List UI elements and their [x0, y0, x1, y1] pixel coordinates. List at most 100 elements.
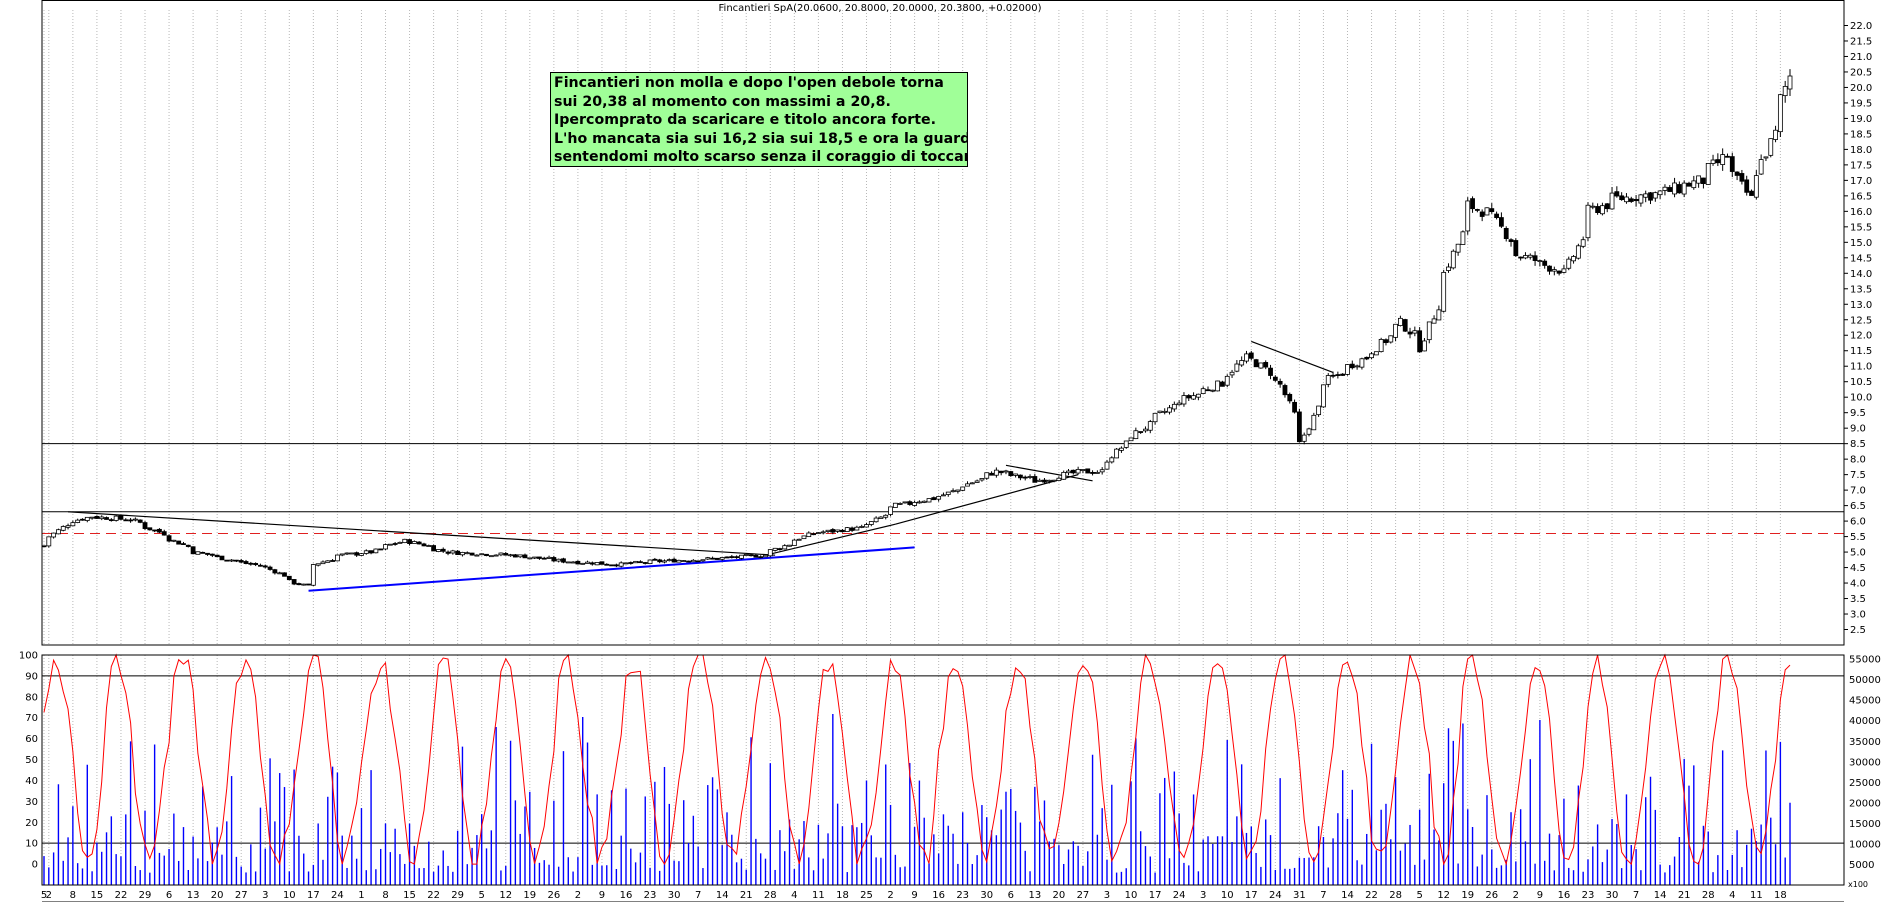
candle-body — [1119, 447, 1124, 451]
candle-body — [176, 540, 182, 545]
date-tick-label: 8 — [382, 890, 388, 901]
candle-body — [1210, 389, 1216, 392]
price-tick-label: 2.5 — [1850, 625, 1866, 636]
candle-body — [1503, 228, 1509, 240]
trendline — [895, 474, 1079, 525]
candle-body — [1147, 421, 1153, 431]
candle-body — [1667, 187, 1673, 192]
price-tick-label: 18.0 — [1850, 145, 1872, 156]
candle-body — [1378, 338, 1384, 353]
price-tick-label: 13.5 — [1850, 284, 1872, 295]
candle-body — [743, 554, 749, 556]
candle-body — [1013, 473, 1019, 476]
candle-body — [200, 551, 206, 554]
date-tick-label: 31 — [1293, 890, 1306, 901]
price-tick-label: 3.0 — [1850, 610, 1866, 621]
candle-body — [1638, 194, 1644, 204]
date-tick-label: 18 — [836, 890, 849, 901]
candle-body — [811, 533, 816, 536]
candle-body — [70, 522, 76, 527]
candle-body — [407, 539, 412, 545]
date-tick-label: 10 — [1221, 890, 1234, 901]
candle-body — [214, 554, 220, 558]
trendlines — [68, 340, 1334, 592]
volume-tick-label: 30000 — [1849, 757, 1881, 768]
candle-body — [286, 575, 292, 581]
candle-body — [585, 561, 590, 564]
candle-body — [41, 545, 47, 548]
candle-body — [118, 515, 124, 520]
candle-body — [1455, 243, 1461, 253]
candle-body — [565, 561, 571, 564]
volume-tick-label: 10000 — [1849, 839, 1881, 850]
candle-body — [763, 554, 768, 558]
candle-body — [815, 532, 821, 535]
candle-body — [734, 556, 740, 559]
price-tick-label: 6.0 — [1850, 517, 1866, 528]
date-tick-label: 24 — [1269, 890, 1282, 901]
candle-body — [657, 559, 663, 563]
candle-body — [1479, 211, 1485, 217]
price-tick-label: 6.5 — [1850, 501, 1866, 512]
date-tick-label: 17 — [1245, 890, 1258, 901]
candle-body — [623, 562, 629, 565]
volume-tick-label: 50000 — [1849, 675, 1881, 686]
date-tick-label: 24 — [331, 890, 344, 901]
candle-body — [1426, 321, 1432, 341]
date-tick-label: 23 — [1582, 890, 1595, 901]
price-tick-label: 4.5 — [1850, 563, 1866, 574]
candle-body — [75, 519, 81, 523]
candle-body — [1167, 407, 1172, 413]
candle-body — [1499, 217, 1504, 227]
volume-tick-label: 55000 — [1849, 655, 1881, 666]
date-tick-label: 16 — [620, 890, 633, 901]
candle-body — [589, 562, 595, 565]
candle-body — [801, 535, 807, 540]
candle-body — [209, 553, 215, 556]
oscillator-line — [43, 653, 1791, 866]
candle-body — [570, 561, 576, 564]
date-tick-label: 20 — [211, 890, 224, 901]
candle-body — [1537, 260, 1543, 263]
candle-body — [1720, 154, 1726, 165]
price-tick-label: 7.5 — [1850, 470, 1866, 481]
candle-body — [546, 556, 552, 559]
candle-body — [445, 551, 451, 554]
candle-body — [1042, 479, 1047, 483]
date-tick-label: 23 — [644, 890, 657, 901]
candle-body — [455, 550, 461, 555]
candle-body — [806, 532, 812, 538]
candle-body — [517, 554, 523, 558]
candle-body — [1782, 86, 1788, 97]
candle-body — [561, 558, 566, 563]
candle-body — [65, 525, 71, 528]
candle-body — [1056, 477, 1062, 481]
candle-body — [1143, 428, 1148, 432]
volume-tick-label: 5000 — [1849, 860, 1874, 871]
candle-body — [705, 557, 711, 560]
price-tick-label: 15.5 — [1850, 222, 1872, 233]
candle-body — [979, 478, 985, 481]
candle-body — [363, 550, 369, 554]
candle-body — [936, 496, 942, 500]
candle-body — [1422, 340, 1427, 352]
candle-body — [1542, 260, 1548, 266]
oscillator-line — [43, 653, 1791, 866]
candle-body — [190, 546, 196, 555]
date-tick-label: 28 — [764, 890, 777, 901]
candle-body — [310, 564, 316, 586]
candle-body — [387, 543, 393, 546]
candle-body — [782, 545, 788, 550]
candle-body — [171, 539, 177, 542]
candle-body — [1123, 440, 1129, 448]
candle-body — [383, 544, 388, 550]
candle-body — [888, 506, 893, 515]
price-tick-label: 10.0 — [1850, 393, 1872, 404]
price-tick-label: 16.0 — [1850, 207, 1872, 218]
volume-tick-label: 35000 — [1849, 737, 1881, 748]
candle-body — [1508, 239, 1514, 242]
candle-body — [219, 555, 225, 561]
candle-body — [1018, 474, 1023, 479]
date-tick-label: 2 — [46, 890, 52, 901]
date-tick-label: 30 — [1606, 890, 1619, 901]
